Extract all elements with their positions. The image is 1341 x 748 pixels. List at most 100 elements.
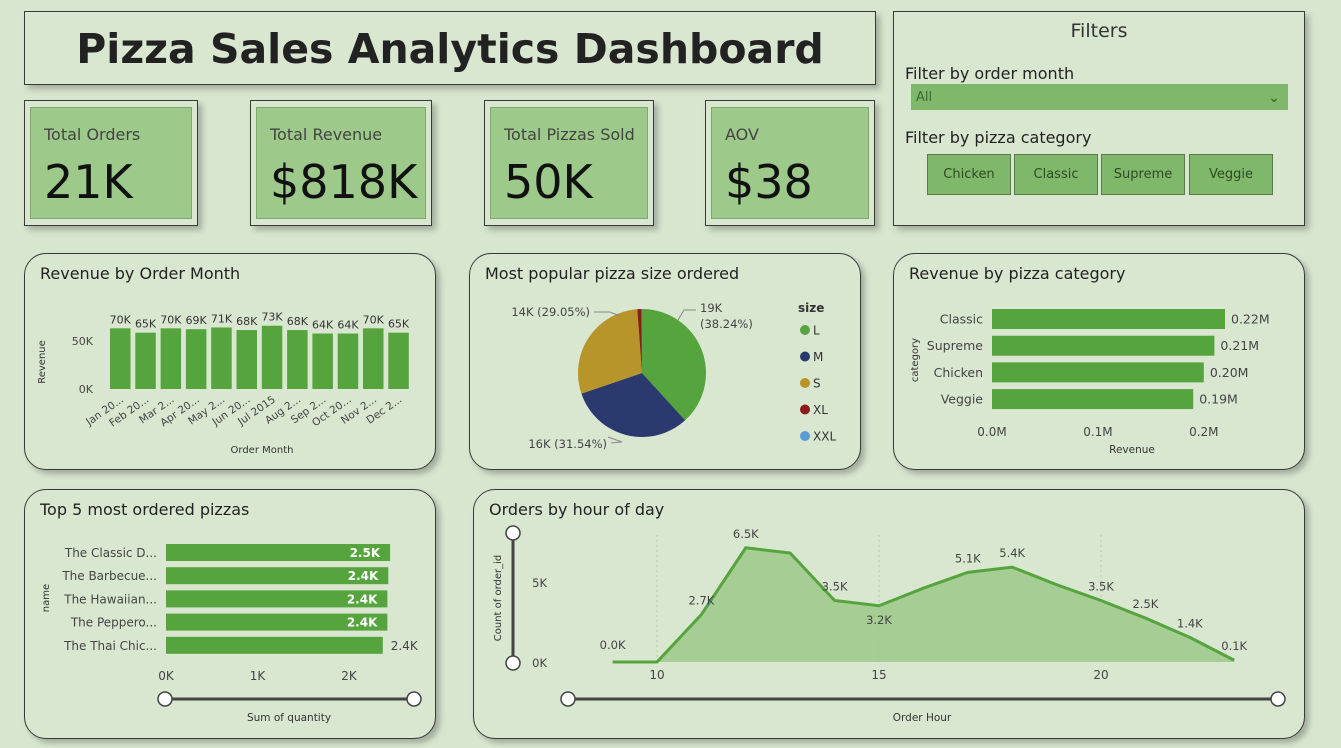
bar	[363, 328, 384, 389]
x-tick-label: 2K	[341, 669, 358, 683]
pizza-size-pie-chart: 19K (38.24%) 16K (31.54%) 14K (29.05%) size L…	[511, 301, 836, 451]
data-label: 70K	[110, 313, 132, 326]
filters-panel: Filters Filter by order month All ⌄ Filt…	[893, 11, 1305, 226]
kpi-value: 50K	[504, 155, 593, 209]
bar	[236, 330, 257, 389]
kpi-card: AOV $38	[711, 107, 869, 219]
range-slider-handle	[157, 691, 173, 707]
data-label: 0.19M	[1199, 392, 1238, 407]
data-label: 5.1K	[955, 551, 981, 565]
data-label: 2.5K	[350, 546, 381, 560]
x-tick-label: 20	[1093, 668, 1108, 682]
x-axis-label: Order Hour	[893, 712, 952, 724]
data-label: 65K	[388, 318, 410, 331]
legend-label: L	[813, 324, 820, 338]
dashboard-title: Pizza Sales Analytics Dashboard	[76, 25, 824, 73]
x-axis-label: Revenue	[1109, 444, 1155, 456]
kpi-value: $818K	[270, 155, 418, 209]
data-label: 0.22M	[1231, 312, 1270, 327]
month-dropdown-value: All	[916, 90, 933, 105]
range-slider-handle	[560, 691, 576, 707]
bar	[388, 332, 409, 389]
legend-marker	[800, 378, 810, 388]
bar	[992, 362, 1204, 383]
revenue-by-month-panel: Revenue by Order Month Revenue 0K 50K 70K Ja…	[24, 253, 436, 470]
x-axis-label: Sum of quantity	[247, 712, 331, 724]
pie-label-s: 14K (29.05%)	[511, 305, 590, 319]
data-label: 0.21M	[1220, 338, 1259, 353]
category-filter-label: Filter by pizza category	[905, 128, 1092, 147]
kpi-total-orders: Total Orders 21K	[24, 100, 198, 226]
kpi-label: Total Revenue	[270, 125, 383, 144]
revenue-by-category-chart: category Classic 0.22M Supreme 0.21M Chicken 0…	[910, 309, 1270, 456]
data-label: 5.4K	[999, 546, 1025, 560]
y-axis-label: name	[41, 584, 52, 612]
legend-marker	[800, 431, 810, 441]
data-label: 3.5K	[1088, 580, 1114, 594]
leader-line	[677, 309, 696, 321]
y-tick-label: The Peppero...	[70, 616, 157, 630]
category-button-chicken[interactable]: Chicken	[927, 154, 1011, 195]
kpi-label: AOV	[725, 125, 759, 144]
y-tick-label: Chicken	[934, 365, 983, 380]
y-tick-label: The Hawaiian...	[63, 592, 157, 606]
legend-label: M	[813, 350, 823, 364]
kpi-card: Total Pizzas Sold 50K	[490, 107, 648, 219]
pie-label-m: 16K (31.54%)	[528, 437, 607, 451]
y-tick-label: 0K	[79, 383, 94, 396]
top5-pizzas-chart: name The Classic D... 2.5K The Barbecue... 2…	[41, 544, 422, 724]
y-tick-label: The Classic D...	[64, 546, 157, 560]
data-label: 69K	[186, 314, 208, 327]
y-tick-label: 0K	[532, 656, 547, 670]
kpi-label: Total Pizzas Sold	[504, 125, 635, 144]
data-label: 68K	[236, 315, 258, 328]
data-label: 2.5K	[1132, 597, 1158, 611]
kpi-card: Total Orders 21K	[30, 107, 192, 219]
data-label: 2.7K	[688, 594, 714, 608]
category-button-classic[interactable]: Classic	[1014, 154, 1098, 195]
bar	[992, 389, 1194, 410]
month-dropdown[interactable]: All ⌄	[911, 84, 1288, 110]
leader-line	[607, 436, 623, 444]
range-slider-handle	[505, 525, 521, 541]
data-label: 2.4K	[347, 592, 378, 606]
data-label: 2.4K	[347, 616, 378, 630]
filters-title: Filters	[1070, 20, 1128, 42]
orders-by-hour-chart: Count of order_id 0K 5K 0.0K 2.7K 6.5K 3.5K 3.2…	[493, 525, 1286, 724]
kpi-value: 21K	[44, 155, 133, 209]
title-panel: Pizza Sales Analytics Dashboard	[24, 11, 876, 85]
y-tick-label: Classic	[940, 312, 983, 327]
data-label: 0.1K	[1221, 639, 1247, 653]
legend-label: XL	[813, 403, 828, 417]
data-label: 70K	[363, 313, 385, 326]
data-label: 65K	[135, 318, 157, 331]
y-tick-label: The Barbecue...	[61, 569, 157, 583]
x-tick-label: 0.1M	[1083, 425, 1112, 439]
data-label: 64K	[337, 319, 359, 332]
legend-title: size	[798, 301, 824, 315]
category-button-supreme[interactable]: Supreme	[1101, 154, 1185, 195]
x-tick-label: 0K	[158, 669, 175, 683]
bar	[166, 636, 383, 654]
bar	[185, 329, 207, 389]
bar	[337, 333, 359, 389]
legend-marker	[800, 404, 810, 415]
legend-marker	[800, 325, 810, 335]
category-button-veggie[interactable]: Veggie	[1189, 154, 1273, 195]
legend-label: S	[813, 377, 821, 391]
y-axis-label: Count of order_id	[493, 555, 504, 641]
data-label: 73K	[261, 311, 283, 324]
pie-label-l: 19K	[700, 301, 723, 315]
orders-by-hour-panel: Orders by hour of day Count of order_id 0…	[473, 489, 1305, 739]
data-label: 68K	[287, 315, 309, 328]
legend-marker	[800, 351, 810, 362]
bar	[135, 332, 156, 389]
range-slider-handle	[505, 655, 521, 671]
data-label: 0.20M	[1210, 365, 1249, 380]
x-tick-label: 1K	[250, 669, 267, 683]
bar	[211, 327, 232, 389]
kpi-label: Total Orders	[44, 125, 141, 144]
revenue-by-category-panel: Revenue by pizza category category Classi…	[893, 253, 1305, 470]
y-tick-label: Veggie	[941, 392, 984, 407]
data-label: 70K	[160, 313, 182, 326]
